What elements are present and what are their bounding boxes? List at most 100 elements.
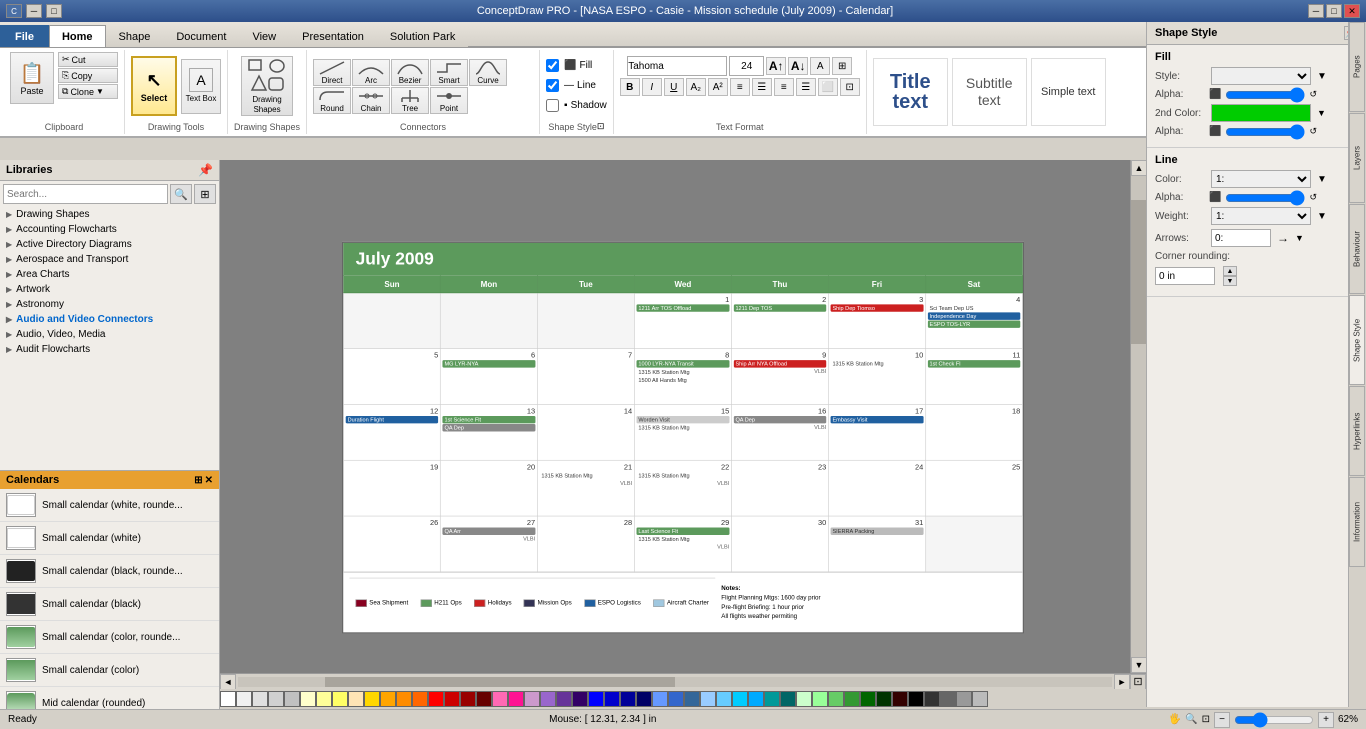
calendars-expand-icon[interactable]: ⊞: [194, 475, 202, 486]
color-cell[interactable]: [300, 691, 316, 707]
cal-cell[interactable]: 17Embassy Visit: [828, 404, 925, 460]
event[interactable]: Duration Flight: [346, 415, 439, 422]
cal-cell[interactable]: 101315 KB Station Mtg: [828, 348, 925, 404]
cal-cell[interactable]: 23: [731, 460, 828, 516]
shadow-checkbox[interactable]: ▪Shadow: [546, 96, 607, 114]
event[interactable]: ESPO TOS-LYR: [928, 320, 1021, 327]
window-minimize[interactable]: ─: [1308, 4, 1324, 18]
font-shrink-btn[interactable]: A↓: [788, 57, 808, 75]
tab-presentation[interactable]: Presentation: [289, 25, 377, 47]
font-name-input[interactable]: [627, 56, 727, 76]
second-color-arrow[interactable]: ▼: [1317, 108, 1326, 118]
color-cell[interactable]: [652, 691, 668, 707]
cal-cell[interactable]: 15Worden Visit1315 KB Station Mtg: [634, 404, 731, 460]
tab-layers[interactable]: Layers: [1349, 113, 1365, 203]
arrows-input[interactable]: [1211, 229, 1271, 247]
vertical-scrollbar[interactable]: ▲ ▼: [1130, 160, 1146, 673]
color-cell[interactable]: [620, 691, 636, 707]
color-cell[interactable]: [316, 691, 332, 707]
color-cell[interactable]: [780, 691, 796, 707]
color-cell[interactable]: [492, 691, 508, 707]
event[interactable]: 1st Science Flt: [443, 415, 536, 422]
color-cell[interactable]: [572, 691, 588, 707]
vscroll-thumb[interactable]: [1131, 200, 1146, 344]
color-cell[interactable]: [668, 691, 684, 707]
vscroll-down[interactable]: ▼: [1131, 657, 1147, 673]
event[interactable]: MG LYR-NYA: [443, 360, 536, 367]
cal-cell[interactable]: 5: [344, 348, 441, 404]
cal-cell[interactable]: 211315 KB Station MtgVLBI: [537, 460, 634, 516]
lib-aerospace[interactable]: ▶Aerospace and Transport: [0, 252, 219, 267]
event[interactable]: Independence Day: [928, 312, 1021, 319]
cal-small-black[interactable]: Small calendar (black): [0, 588, 219, 621]
cal-cell[interactable]: 9Ship Arr NYA OffloadVLBI: [731, 348, 828, 404]
cal-cell[interactable]: 30: [731, 516, 828, 572]
tab-shape-style[interactable]: Shape Style: [1349, 295, 1365, 385]
color-cell[interactable]: [876, 691, 892, 707]
alpha-reset-3[interactable]: ↺: [1309, 192, 1317, 203]
cal-cell[interactable]: 31SIERRA Packing: [828, 516, 925, 572]
sup-btn[interactable]: A²: [708, 78, 728, 96]
tab-behaviour[interactable]: Behaviour: [1349, 204, 1365, 294]
curve-button[interactable]: Curve: [469, 59, 507, 86]
hscroll-left[interactable]: ◄: [220, 674, 236, 690]
italic-btn[interactable]: I: [642, 78, 662, 96]
fill-style-arrow[interactable]: ▼: [1317, 71, 1327, 82]
cal-cell[interactable]: 16QA DepVLBI: [731, 404, 828, 460]
copy-button[interactable]: ⎘Copy: [58, 68, 118, 83]
cal-cell[interactable]: 3Ship Dep Tiomso: [828, 292, 925, 348]
color-cell[interactable]: [540, 691, 556, 707]
weight-select[interactable]: 1:: [1211, 207, 1311, 225]
text-box-btn[interactable]: ⬜: [818, 78, 838, 96]
hscroll-right[interactable]: ►: [1114, 674, 1130, 690]
color-cell[interactable]: [364, 691, 380, 707]
corner-down[interactable]: ▼: [1223, 276, 1237, 286]
tab-pages[interactable]: Pages: [1349, 22, 1365, 112]
clone-button[interactable]: ⧉Clone▼: [58, 84, 118, 99]
color-cell[interactable]: [748, 691, 764, 707]
more-format-btn[interactable]: ⊡: [840, 78, 860, 96]
event[interactable]: Embassy Visit: [831, 415, 924, 422]
color-cell[interactable]: [396, 691, 412, 707]
tab-file[interactable]: File: [0, 25, 49, 47]
chain-button[interactable]: Chain: [352, 87, 390, 114]
cal-small-color-rounded[interactable]: Small calendar (color, rounde...: [0, 621, 219, 654]
color-cell[interactable]: [636, 691, 652, 707]
color-cell[interactable]: [252, 691, 268, 707]
cal-cell[interactable]: 28: [537, 516, 634, 572]
cal-small-black-rounded[interactable]: Small calendar (black, rounde...: [0, 555, 219, 588]
color-cell[interactable]: [844, 691, 860, 707]
cal-mid-rounded[interactable]: Mid calendar (rounded): [0, 687, 219, 709]
lib-audio-video-media[interactable]: ▶Audio, Video, Media: [0, 327, 219, 342]
cal-cell[interactable]: 4Sci Team Dep USIndependence DayESPO TOS…: [925, 292, 1022, 348]
arrows-arrow[interactable]: ▼: [1295, 233, 1304, 243]
subtitle-text-style[interactable]: Subtitletext: [952, 58, 1027, 126]
color-cell[interactable]: [268, 691, 284, 707]
calendars-close-icon[interactable]: ✕: [205, 475, 213, 486]
align-center-btn[interactable]: ☰: [752, 78, 772, 96]
lib-astronomy[interactable]: ▶Astronomy: [0, 297, 219, 312]
color-cell[interactable]: [684, 691, 700, 707]
color-cell[interactable]: [796, 691, 812, 707]
cal-small-white[interactable]: Small calendar (white): [0, 522, 219, 555]
cut-button[interactable]: ✂Cut: [58, 52, 118, 67]
cal-cell[interactable]: 131st Science FltQA Dep: [440, 404, 537, 460]
calendars-header[interactable]: Calendars ⊞ ✕: [0, 471, 219, 489]
corner-rounding-input[interactable]: [1155, 267, 1215, 285]
cal-cell[interactable]: 81000 LYR-NYA Transit1315 KB Station Mtg…: [634, 348, 731, 404]
cal-cell[interactable]: 12Duration Flight: [344, 404, 441, 460]
alpha-slider-2[interactable]: [1225, 127, 1305, 137]
sub-btn[interactable]: A₂: [686, 78, 706, 96]
hand-icon[interactable]: 🖐: [1169, 714, 1181, 725]
cal-cell[interactable]: 27QA ArrVLBI: [440, 516, 537, 572]
color-cell[interactable]: [924, 691, 940, 707]
event[interactable]: QA Arr: [443, 527, 536, 534]
color-cell[interactable]: [588, 691, 604, 707]
textbox-button[interactable]: A Text Box: [181, 59, 221, 114]
simple-text-style[interactable]: Simple text: [1031, 58, 1106, 126]
color-cell[interactable]: [332, 691, 348, 707]
font-color-btn[interactable]: A: [810, 57, 830, 75]
hscroll-track[interactable]: [238, 677, 1112, 687]
alpha-reset-1[interactable]: ↺: [1309, 89, 1317, 100]
font-size-input[interactable]: [729, 56, 764, 76]
